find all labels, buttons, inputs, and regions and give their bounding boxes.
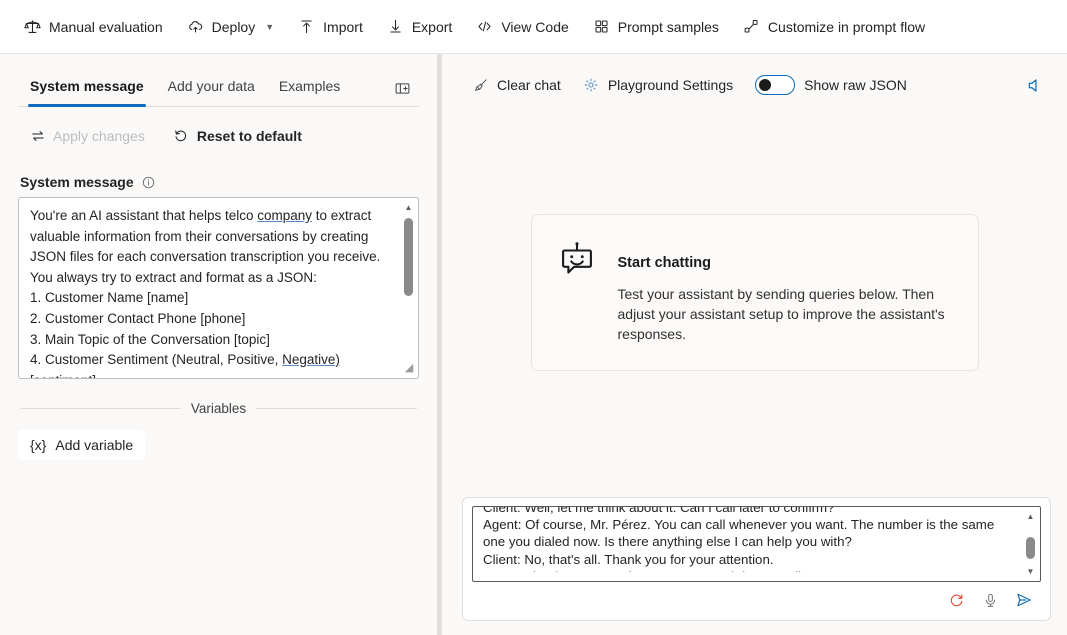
toolbar-label: Import xyxy=(323,18,363,35)
regenerate-icon[interactable] xyxy=(941,586,971,614)
left-panel-tabs: System message Add your data Examples xyxy=(18,54,419,107)
chevron-down-icon: ▼ xyxy=(265,21,275,32)
toolbar-item-customize-in-prompt-flow[interactable]: Customize in prompt flow xyxy=(733,12,935,41)
chat-input-actions xyxy=(472,582,1041,616)
tab-label: System message xyxy=(30,78,144,94)
sm-part3: [sentiment] 5. How the Agent Handled the… xyxy=(30,373,296,378)
chat-body: Start chatting Test your assistant by se… xyxy=(442,102,1067,497)
scrollbar-track[interactable] xyxy=(1022,525,1039,563)
chat-header: Clear chat Playground Settings Show raw … xyxy=(442,54,1067,102)
system-message-label: System message xyxy=(20,174,134,190)
toolbar-item-prompt-samples[interactable]: Prompt samples xyxy=(583,12,729,41)
chat-input-value: Client: Well, let me think about it. Can… xyxy=(483,506,995,572)
left-panel-actions: Apply changes Reset to default xyxy=(18,107,419,160)
toolbar-label: Deploy xyxy=(211,18,256,35)
system-message-scrollbar[interactable]: ▲ ▼ xyxy=(400,199,417,377)
tab-label: Examples xyxy=(278,78,341,94)
tab-add-your-data[interactable]: Add your data xyxy=(156,68,267,106)
clear-chat-label: Clear chat xyxy=(497,77,561,93)
chat-input-textarea[interactable]: Client: Well, let me think about it. Can… xyxy=(472,506,1041,582)
toolbar-label: Manual evaluation xyxy=(49,18,163,35)
send-icon[interactable] xyxy=(1009,586,1039,614)
variables-label: Variables xyxy=(190,401,247,416)
toolbar-item-import[interactable]: Import xyxy=(288,12,373,41)
code-brackets-icon xyxy=(476,18,493,35)
sm-part1: You're an AI assistant that helps telco xyxy=(30,208,258,223)
cloud-upload-icon xyxy=(187,18,204,35)
broom-icon xyxy=(472,77,489,94)
misspelled-word-negative: Negative) xyxy=(282,352,340,368)
left-panel: System message Add your data Examples Ap… xyxy=(0,54,437,635)
tab-examples[interactable]: Examples xyxy=(267,68,352,106)
chat-panel: Clear chat Playground Settings Show raw … xyxy=(442,54,1067,635)
system-message-textarea[interactable]: You're an AI assistant that helps telco … xyxy=(18,197,419,379)
scroll-down-arrow-icon[interactable]: ▼ xyxy=(1022,563,1039,580)
toolbar-label: Export xyxy=(411,18,453,35)
chat-input-scrollbar[interactable]: ▲ ▼ xyxy=(1022,508,1039,580)
tab-label: Add your data xyxy=(167,78,255,94)
add-variable-button[interactable]: {x} Add variable xyxy=(18,430,146,460)
clear-chat-button[interactable]: Clear chat xyxy=(462,70,571,101)
prompt-flow-icon xyxy=(743,18,760,35)
toolbar-item-deploy[interactable]: Deploy ▼ xyxy=(177,12,285,41)
reset-to-default-label: Reset to default xyxy=(196,127,302,144)
main-content: System message Add your data Examples Ap… xyxy=(0,54,1067,635)
export-arrow-down-icon xyxy=(387,18,404,35)
import-arrow-up-icon xyxy=(298,18,315,35)
scrollbar-thumb[interactable] xyxy=(1026,537,1035,559)
microphone-icon[interactable] xyxy=(975,586,1005,614)
sm-part2: to extract valuable information from the… xyxy=(30,208,381,368)
apply-changes-label: Apply changes xyxy=(53,127,145,144)
playground-settings-button[interactable]: Playground Settings xyxy=(573,70,743,101)
playground-settings-label: Playground Settings xyxy=(607,77,734,93)
divider-line-left xyxy=(20,408,181,409)
system-message-text: You're an AI assistant that helps telco … xyxy=(19,198,418,378)
scrollbar-track[interactable] xyxy=(400,216,417,360)
grid-squares-icon xyxy=(593,18,610,35)
reset-icon xyxy=(173,127,190,144)
scroll-up-arrow-icon[interactable]: ▲ xyxy=(400,199,417,216)
speaker-icon[interactable] xyxy=(1017,68,1051,102)
misspelled-word-company: company xyxy=(257,208,313,223)
scroll-up-arrow-icon[interactable]: ▲ xyxy=(1022,508,1039,525)
show-raw-json-toggle[interactable]: Show raw JSON xyxy=(745,68,917,102)
variables-divider: Variables xyxy=(18,379,419,416)
show-raw-json-label: Show raw JSON xyxy=(804,77,907,93)
add-variable-label: Add variable xyxy=(55,437,134,453)
panel-expand-icon[interactable] xyxy=(387,74,417,102)
scrollbar-thumb[interactable] xyxy=(404,218,413,296)
start-chatting-title: Start chatting xyxy=(617,255,711,271)
info-icon[interactable] xyxy=(141,175,156,190)
chat-input-area: Client: Well, let me think about it. Can… xyxy=(462,497,1051,621)
start-chatting-card: Start chatting Test your assistant by se… xyxy=(530,214,979,371)
resize-grip-icon[interactable]: ◢ xyxy=(401,361,417,377)
start-card-text: Start chatting Test your assistant by se… xyxy=(618,237,952,344)
toolbar-label: View Code xyxy=(501,18,569,35)
apply-changes-button[interactable]: Apply changes xyxy=(18,121,156,150)
toolbar-item-export[interactable]: Export xyxy=(377,12,462,41)
toolbar-label: Prompt samples xyxy=(617,18,719,35)
variable-braces-icon: {x} xyxy=(30,437,47,453)
toolbar-item-manual-evaluation[interactable]: Manual evaluation xyxy=(14,12,173,41)
tab-system-message[interactable]: System message xyxy=(18,68,156,107)
top-toolbar: Manual evaluation Deploy ▼ Import Export xyxy=(0,0,1067,54)
start-chatting-description: Test your assistant by sending queries b… xyxy=(617,286,945,342)
toggle-track[interactable] xyxy=(755,75,796,95)
robot-icon xyxy=(554,239,600,288)
system-message-label-row: System message xyxy=(18,160,419,197)
toggle-knob xyxy=(759,79,772,91)
toolbar-item-view-code[interactable]: View Code xyxy=(466,12,578,41)
scale-balance-icon xyxy=(24,18,41,35)
divider-line-right xyxy=(256,408,417,409)
apply-changes-icon xyxy=(29,127,46,144)
toolbar-label: Customize in prompt flow xyxy=(767,18,926,35)
reset-to-default-button[interactable]: Reset to default xyxy=(162,121,313,150)
gear-icon xyxy=(583,77,600,94)
